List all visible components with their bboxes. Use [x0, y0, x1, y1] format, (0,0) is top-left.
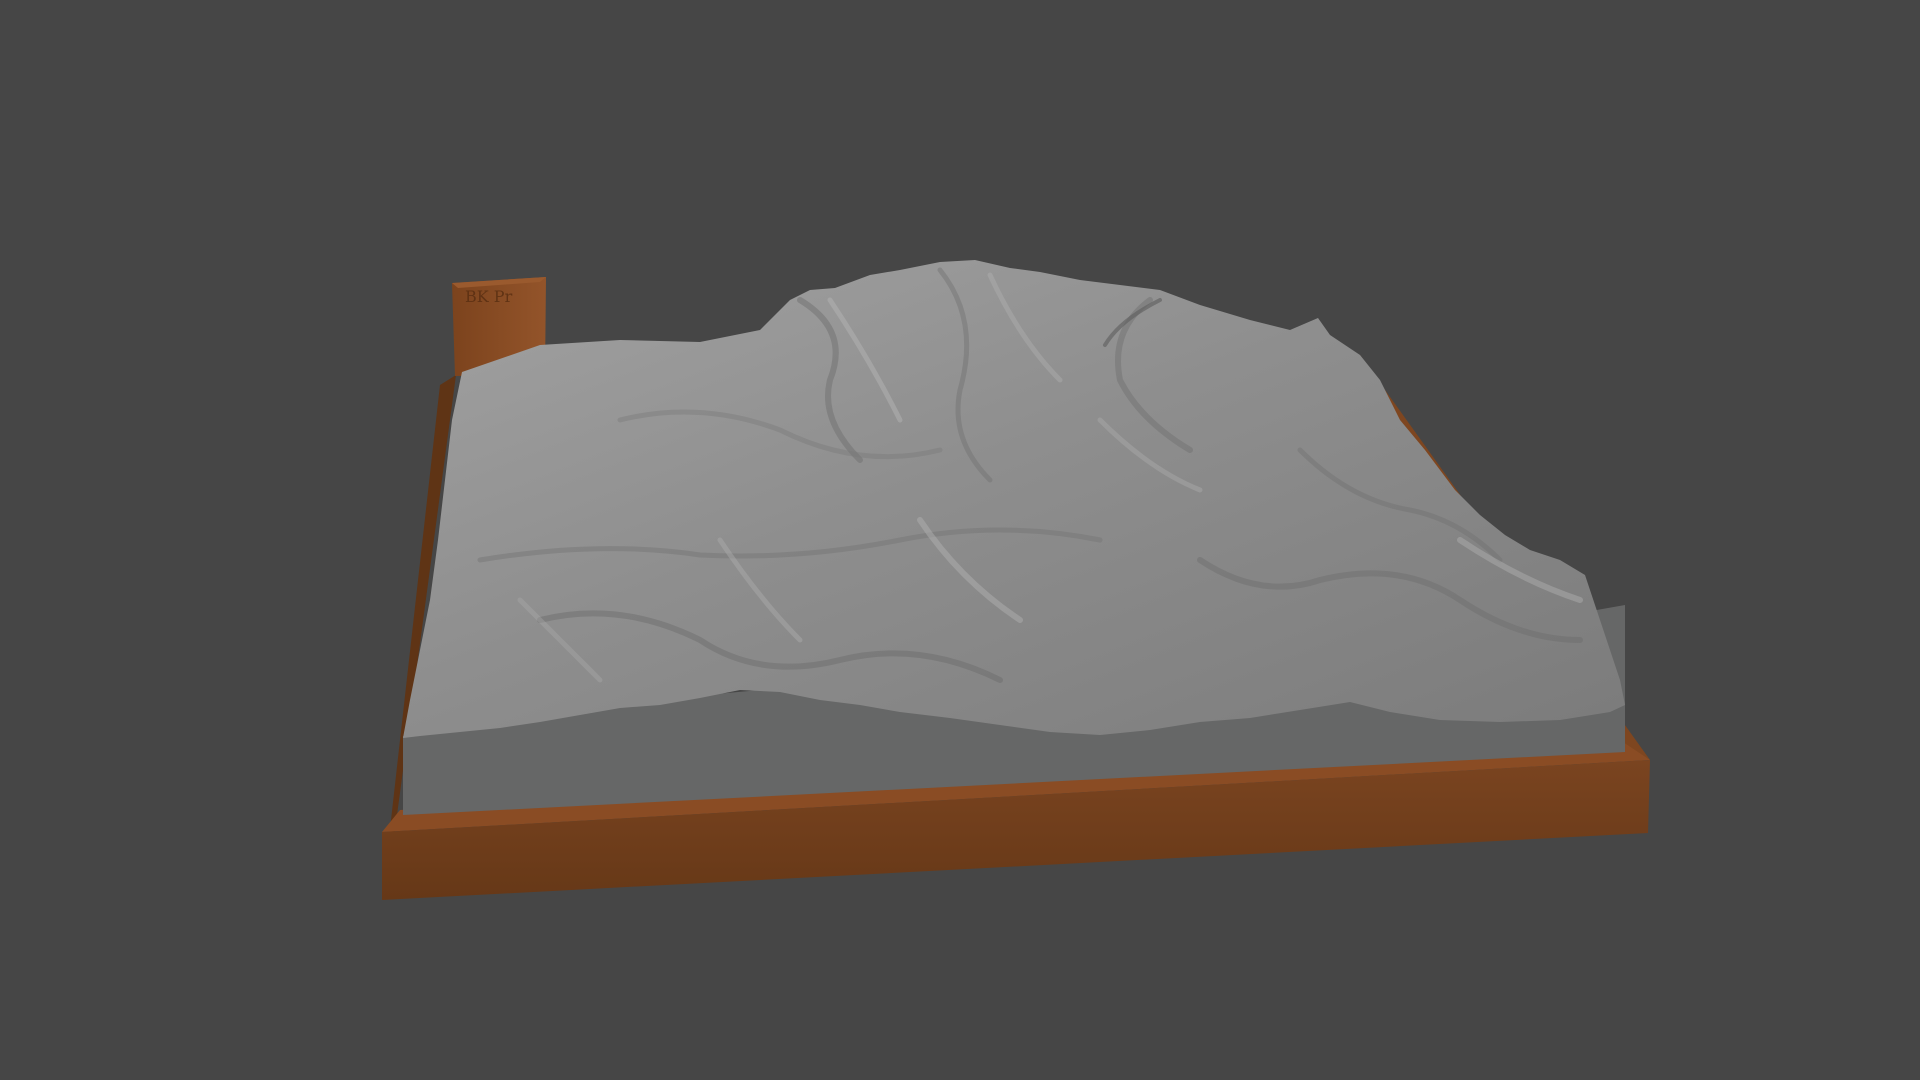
label-block-engraving: BK Pr — [465, 287, 513, 306]
3d-viewport[interactable]: BK Pr — [0, 0, 1920, 1080]
terrain-model-render: BK Pr — [382, 260, 1650, 900]
